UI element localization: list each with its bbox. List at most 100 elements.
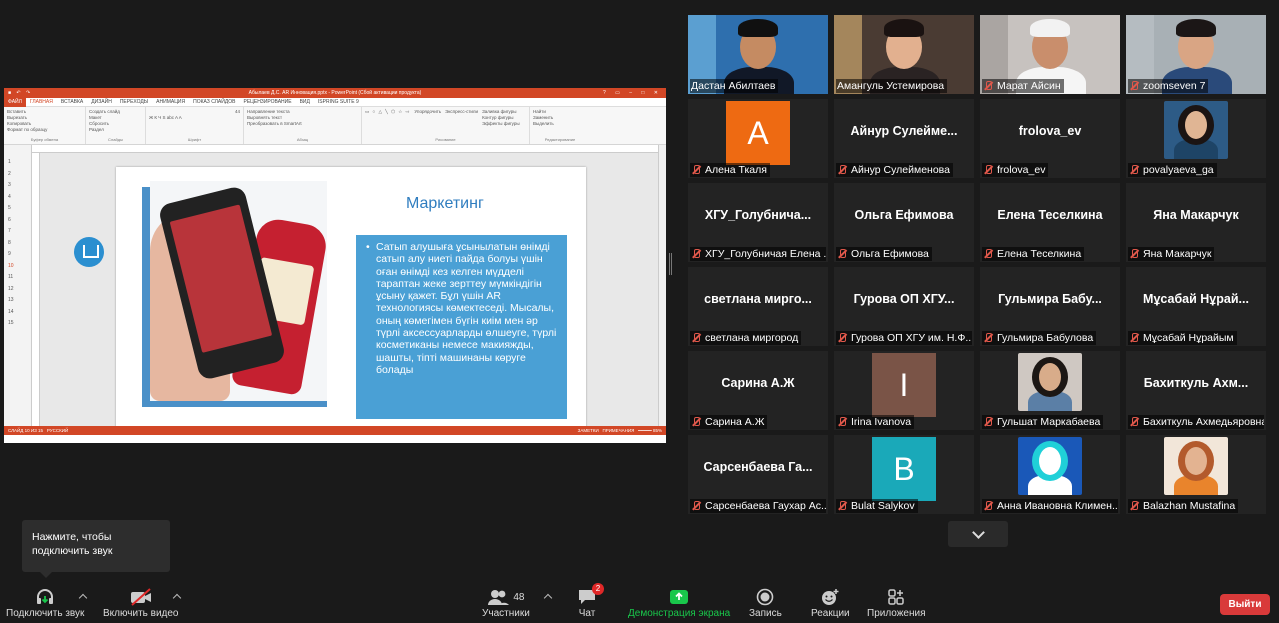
align-text-button[interactable]: Выровнять текст [247,115,358,120]
slide-thumbnail[interactable]: 15 [4,320,31,332]
reset-button[interactable]: Сбросить [89,121,142,126]
start-video-button[interactable]: Включить видео [103,586,179,622]
record-button[interactable]: Запись [749,586,782,622]
ppt-tab-transitions[interactable]: ПЕРЕХОДЫ [116,99,152,105]
cut-button[interactable]: Вырезать [7,115,82,120]
participants-options-chevron-icon[interactable] [543,592,553,602]
slide-thumbnail[interactable]: 2 [4,171,31,183]
slide-thumbnail[interactable]: 10 [4,263,31,275]
participant-tile[interactable]: I Irina Ivanova [834,351,974,430]
shapes-gallery-icon[interactable]: ▭ ○ △ ╲ ⬠ ☆ ⇨ [365,109,410,126]
ppt-tab-file[interactable]: ФАЙЛ [4,97,26,107]
participant-name: Дастан Абилтаев [691,80,776,92]
participant-tile[interactable]: Дастан Абилтаев [688,15,828,94]
slide-thumbnail[interactable]: 13 [4,297,31,309]
gallery-next-page-button[interactable] [948,521,1008,547]
arrange-button[interactable]: Упорядочить [414,109,441,126]
ppt-tab-home[interactable]: ГЛАВНАЯ [26,99,57,105]
format-painter-button[interactable]: Формат по образцу [7,127,82,132]
smartart-button[interactable]: Преобразовать в SmartArt [247,121,358,126]
participant-tile[interactable]: zoomseven 7 [1126,15,1266,94]
audio-options-chevron-icon[interactable] [78,592,88,602]
view-splitter-handle[interactable] [669,253,672,275]
ppt-tab-ispring[interactable]: ISPRING SUITE 9 [314,99,363,105]
participant-tile[interactable]: Ольга Ефимова Ольга Ефимова [834,183,974,262]
ppt-tab-design[interactable]: ДИЗАЙН [87,99,116,105]
comments-button[interactable]: ПРИМЕЧАНИЯ [602,428,634,433]
participant-tile[interactable]: Бахиткуль Ахм... Бахиткуль Ахмедьяровна [1126,351,1266,430]
participant-tile[interactable]: Яна Макарчук Яна Макарчук [1126,183,1266,262]
current-slide[interactable]: Маркетинг Сатып алушыға ұсынылатын өнімд… [116,167,586,432]
slide-thumbnail[interactable]: 11 [4,274,31,286]
participant-tile[interactable]: Balazhan Mustafina [1126,435,1266,514]
participant-tile[interactable]: B Bulat Salykov [834,435,974,514]
reactions-button[interactable]: Реакции [811,586,850,622]
participant-tile[interactable]: Гурова ОП ХГУ... Гурова ОП ХГУ им. Н.Ф...… [834,267,974,346]
ppt-tab-slideshow[interactable]: ПОКАЗ СЛАЙДОВ [189,99,239,105]
slide-thumbnail[interactable]: 8 [4,240,31,252]
shape-outline-button[interactable]: Контур фигуры [482,115,520,120]
quick-styles-button[interactable]: Экспресс-стили [445,109,478,126]
ppt-tab-insert[interactable]: ВСТАВКА [57,99,87,105]
participant-tile[interactable]: Марат Айсин [980,15,1120,94]
ribbon-group-label: Редактирование [544,137,576,142]
slide-thumbnail[interactable]: 5 [4,205,31,217]
zoom-level[interactable]: 85% [653,428,662,433]
slide-thumbnail[interactable]: 6 [4,217,31,229]
slide-thumbnail[interactable]: 7 [4,228,31,240]
replace-button[interactable]: Заменить [533,115,587,120]
font-format-icons[interactable]: Ж К Ч S abc A A [149,115,240,120]
join-audio-button[interactable]: Подключить звук [6,586,84,622]
chat-button[interactable]: 2 Чат [578,583,604,622]
ppt-status-bar: СЛАЙД 10 ИЗ 15 РУССКИЙ ЗАМЕТКИ ПРИМЕЧАНИ… [4,426,666,435]
slide-thumbnail[interactable]: 4 [4,194,31,206]
font-size-select[interactable]: 44 [149,109,240,114]
participant-tile[interactable]: Елена Теселкина Елена Теселкина [980,183,1120,262]
participant-tile[interactable]: povalyaeva_ga [1126,99,1266,178]
quick-access-icons: ■ ↶ ↷ [8,90,33,96]
new-slide-button[interactable]: Создать слайд [89,109,142,114]
apps-button[interactable]: Приложения [867,586,926,622]
shared-screen[interactable]: ■ ↶ ↷ Абылаев Д.С. AR Инновация.pptx - P… [4,88,666,443]
select-button[interactable]: Выделить [533,121,587,126]
video-options-chevron-icon[interactable] [172,592,182,602]
ribbon-group-drawing: ▭ ○ △ ╲ ⬠ ☆ ⇨ Упорядочить Экспресс-стили… [362,107,530,144]
participant-tile[interactable]: Айнур Сулейме... Айнур Сулейменова [834,99,974,178]
find-button[interactable]: Найти [533,109,587,114]
participant-tile[interactable]: Амангуль Устемирова [834,15,974,94]
muted-mic-icon [1129,81,1140,91]
text-direction-button[interactable]: Направление текста [247,109,358,114]
notes-button[interactable]: ЗАМЕТКИ [578,428,599,433]
shape-effects-button[interactable]: Эффекты фигуры [482,121,520,126]
paste-button[interactable]: Вставить [7,109,82,114]
participant-tile[interactable]: А Алена Ткаля [688,99,828,178]
participant-tile[interactable]: Гульмира Бабу... Гульмира Бабулова [980,267,1120,346]
slide-thumbnail[interactable]: 9 [4,251,31,263]
participant-tile[interactable]: Сарина А.Ж Сарина А.Ж [688,351,828,430]
participant-tile[interactable]: Гульшат Маркабаева [980,351,1120,430]
participant-tile[interactable]: Сарсенбаева Га... Сарсенбаева Гаухар Ас..… [688,435,828,514]
section-button[interactable]: Раздел [89,127,142,132]
participant-tile[interactable]: ХГУ_Голубнича... ХГУ_Голубничая Елена ... [688,183,828,262]
ppt-tab-review[interactable]: РЕЦЕНЗИРОВАНИЕ [239,99,295,105]
participant-tile[interactable]: frolova_ev frolova_ev [980,99,1120,178]
shape-fill-button[interactable]: Заливка фигуры [482,109,520,114]
slide-thumbnail[interactable]: 14 [4,309,31,321]
share-screen-button[interactable]: Демонстрация экрана [628,586,730,622]
ppt-tab-view[interactable]: ВИД [296,99,314,105]
participant-name: Гурова ОП ХГУ им. Н.Ф.... [851,332,972,344]
slide-scrollbar[interactable] [658,145,666,435]
slide-thumbnail[interactable]: 3 [4,182,31,194]
participant-tile[interactable]: Анна Ивановна Климен... [980,435,1120,514]
participant-display-name: Гульмира Бабу... [998,291,1102,306]
slide-thumbnail[interactable]: 1 [4,159,31,171]
slide-thumbnail[interactable]: 12 [4,286,31,298]
ribbon-group-label: Слайды [108,137,123,142]
layout-button[interactable]: Макет [89,115,142,120]
ppt-tab-animation[interactable]: АНИМАЦИЯ [152,99,189,105]
leave-meeting-button[interactable]: Выйти [1220,594,1270,615]
participants-button[interactable]: 48 Участники [482,586,530,622]
participant-tile[interactable]: светлана мирго... светлана миргород [688,267,828,346]
copy-button[interactable]: Копировать [7,121,82,126]
participant-tile[interactable]: Мұсабай Нұрай... Мұсабай Нұрайым [1126,267,1266,346]
